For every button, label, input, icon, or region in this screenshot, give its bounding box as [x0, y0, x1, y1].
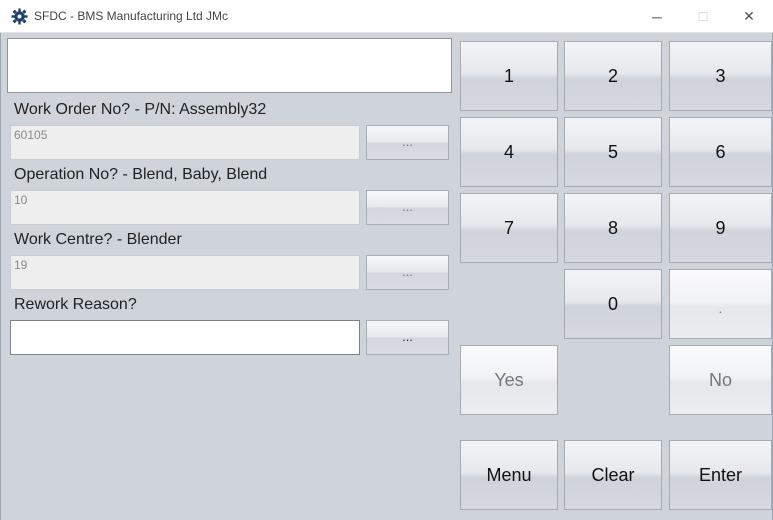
gear-app-icon — [11, 8, 28, 25]
work-order-lookup-button[interactable]: ... — [366, 125, 449, 160]
work-centre-lookup-button[interactable]: ... — [366, 255, 449, 290]
message-display — [7, 38, 452, 93]
key-6-button[interactable]: 6 — [669, 117, 772, 187]
window-title: SFDC - BMS Manufacturing Ltd JMc — [34, 9, 229, 23]
key-4-button[interactable]: 4 — [460, 117, 558, 187]
decimal-point-button[interactable]: . — [669, 269, 772, 339]
work-centre-label: Work Centre? - Blender — [14, 231, 182, 248]
rework-reason-lookup-button[interactable]: ... — [366, 320, 449, 355]
clear-button[interactable]: Clear — [564, 440, 662, 510]
key-8-button[interactable]: 8 — [564, 193, 662, 263]
key-5-button[interactable]: 5 — [564, 117, 662, 187]
key-0-button[interactable]: 0 — [564, 269, 662, 339]
operation-label: Operation No? - Blend, Baby, Blend — [14, 166, 268, 183]
enter-button[interactable]: Enter — [669, 440, 772, 510]
menu-button[interactable]: Menu — [460, 440, 558, 510]
key-3-button[interactable]: 3 — [669, 41, 772, 111]
operation-lookup-button[interactable]: ... — [366, 190, 449, 225]
no-button[interactable]: No — [669, 345, 772, 415]
key-9-button[interactable]: 9 — [669, 193, 772, 263]
yes-button[interactable]: Yes — [460, 345, 558, 415]
work-order-input[interactable]: 60105 — [10, 125, 360, 160]
title-bar: SFDC - BMS Manufacturing Ltd JMc ─ ☐ ✕ — [0, 0, 773, 33]
operation-input[interactable]: 10 — [10, 190, 360, 225]
maximize-button[interactable]: ☐ — [680, 0, 726, 33]
work-centre-input[interactable]: 19 — [10, 255, 360, 290]
key-7-button[interactable]: 7 — [460, 193, 558, 263]
rework-reason-input[interactable] — [10, 320, 360, 355]
minimize-button[interactable]: ─ — [634, 0, 680, 33]
key-2-button[interactable]: 2 — [564, 41, 662, 111]
close-button[interactable]: ✕ — [726, 0, 772, 33]
rework-reason-label: Rework Reason? — [14, 296, 137, 313]
key-1-button[interactable]: 1 — [460, 41, 558, 111]
work-order-label: Work Order No? - P/N: Assembly32 — [14, 101, 267, 118]
window-frame-left — [0, 33, 1, 520]
